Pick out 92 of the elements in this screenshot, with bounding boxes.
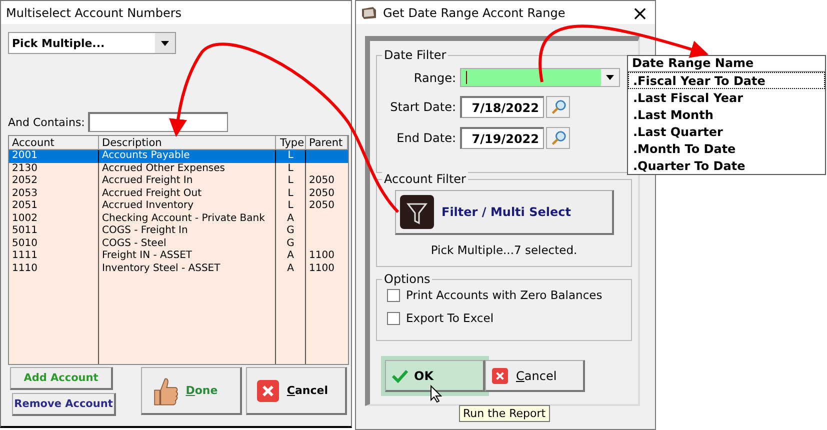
table-row[interactable]: 2130 Accrued Other Expenses L xyxy=(9,162,348,175)
table-cell: Inventory Steel - ASSET xyxy=(102,262,220,274)
table-cell: Accrued Freight Out xyxy=(102,188,202,198)
range-dropdown[interactable] xyxy=(460,68,620,87)
table-cell: COGS - Steel xyxy=(102,238,166,248)
field-label: Range: xyxy=(412,70,456,84)
table-cell: COGS - Freight In xyxy=(102,225,188,236)
list-item[interactable]: .Last Month xyxy=(628,106,825,123)
table-cell: 2050 xyxy=(309,200,334,211)
field-label: And Contains: xyxy=(8,116,85,128)
table-cell: Freight IN - ASSET xyxy=(102,250,192,261)
table-row[interactable]: 5011 COGS - Freight In G xyxy=(9,225,348,238)
table-row[interactable]: 2053 Accrued Freight Out L 2050 xyxy=(9,188,348,200)
checkbox-label: Print Accounts with Zero Balances xyxy=(406,288,602,302)
table-cell: L xyxy=(288,150,294,161)
caret-icon xyxy=(160,38,170,48)
filter-icon xyxy=(400,195,434,229)
table-cell: 2053 xyxy=(12,188,38,198)
table-cell: L xyxy=(288,200,294,211)
table-cell: Accounts Payable xyxy=(102,150,190,161)
window-title: Get Date Range Accont Range xyxy=(383,6,566,20)
close-icon xyxy=(492,368,508,384)
checkbox-label: Export To Excel xyxy=(406,311,494,325)
close-icon xyxy=(256,380,279,402)
close-button[interactable]: × xyxy=(625,2,655,24)
table-cell: 1002 xyxy=(12,212,38,224)
selection-summary: Pick Multiple...7 selected. xyxy=(430,243,578,257)
table-cell: 1110 xyxy=(12,262,38,274)
check-icon xyxy=(392,368,408,382)
table-cell: 5010 xyxy=(12,238,38,248)
search-icon xyxy=(550,130,566,146)
table-cell: 1100 xyxy=(309,262,334,274)
list-item[interactable]: .Month To Date xyxy=(628,140,825,157)
list-item[interactable]: .Last Fiscal Year xyxy=(628,89,825,106)
table-cell: 2052 xyxy=(12,175,38,186)
table-cell: 2050 xyxy=(309,188,334,198)
list-item[interactable]: .Quarter To Date xyxy=(628,157,825,174)
table-cell: A xyxy=(287,250,294,261)
table-cell: G xyxy=(286,225,294,236)
search-button[interactable] xyxy=(546,127,570,149)
cursor-icon xyxy=(430,385,442,403)
table-cell: Checking Account - Private Bank xyxy=(102,212,265,224)
group-title: Account Filter xyxy=(382,172,468,186)
table-cell: 2051 xyxy=(12,200,38,211)
table-cell: 5011 xyxy=(12,225,38,236)
checkbox[interactable] xyxy=(387,312,400,324)
done-button[interactable]: Done xyxy=(140,367,242,415)
table-cell: Accrued Other Expenses xyxy=(102,162,226,174)
table-cell: Accrued Freight In xyxy=(102,175,193,186)
table-cell: L xyxy=(288,162,294,174)
table-cell: 2001 xyxy=(12,150,38,161)
list-item[interactable]: .Fiscal Year To Date xyxy=(628,72,825,89)
input-field[interactable] xyxy=(88,112,228,132)
table-cell: Accrued Inventory xyxy=(102,200,194,211)
window-title: Multiselect Account Numbers xyxy=(1,1,351,24)
group-title: Date Filter xyxy=(382,48,448,62)
field-label: End Date: xyxy=(396,131,456,145)
list-item[interactable]: .Last Quarter xyxy=(628,123,825,140)
remove-account-button[interactable]: Remove Account xyxy=(12,393,116,416)
search-icon xyxy=(550,99,566,115)
table-cell: G xyxy=(286,238,294,248)
pick-dropdown[interactable]: Pick Multiple... xyxy=(8,32,176,54)
app-icon xyxy=(361,6,377,20)
table-cell: A xyxy=(287,262,294,274)
table-cell: 2050 xyxy=(309,175,334,186)
table-cell: L xyxy=(288,188,294,198)
table-row[interactable]: 2001 Accounts Payable L xyxy=(9,150,348,162)
group-title: Options xyxy=(382,272,432,286)
checkbox[interactable] xyxy=(387,288,400,302)
cancel-button[interactable]: Cancel xyxy=(246,367,348,415)
date-field[interactable]: 7/19/2022 xyxy=(460,127,544,149)
table-row[interactable]: 2051 Accrued Inventory L 2050 xyxy=(9,200,348,212)
column-header: Date Range Name xyxy=(628,56,825,72)
search-button[interactable] xyxy=(546,96,570,118)
filter-button[interactable]: Filter / Multi Select xyxy=(394,190,614,235)
table-row[interactable]: 1111 Freight IN - ASSET A 1100 xyxy=(9,250,348,262)
date-field[interactable]: 7/18/2022 xyxy=(460,96,544,118)
table-cell: L xyxy=(288,175,294,186)
table-row[interactable]: 5010 COGS - Steel G xyxy=(9,238,348,250)
table-cell: 1100 xyxy=(309,250,334,261)
table-row[interactable]: 1110 Inventory Steel - ASSET A 1100 xyxy=(9,262,348,275)
field-label: Start Date: xyxy=(389,100,456,114)
ok-button[interactable]: OK xyxy=(385,360,485,392)
table-row[interactable]: 1002 Checking Account - Private Bank A xyxy=(9,212,348,225)
table-row[interactable]: 2052 Accrued Freight In L 2050 xyxy=(9,175,348,188)
table-cell: 2130 xyxy=(12,162,38,174)
tooltip: Run the Report xyxy=(459,405,550,422)
caret-icon xyxy=(605,73,615,82)
table-cell: 1111 xyxy=(12,250,38,261)
table-cell: A xyxy=(287,212,294,224)
cancel-button[interactable]: Cancel xyxy=(485,360,585,392)
thumbs-up-icon xyxy=(152,376,178,406)
